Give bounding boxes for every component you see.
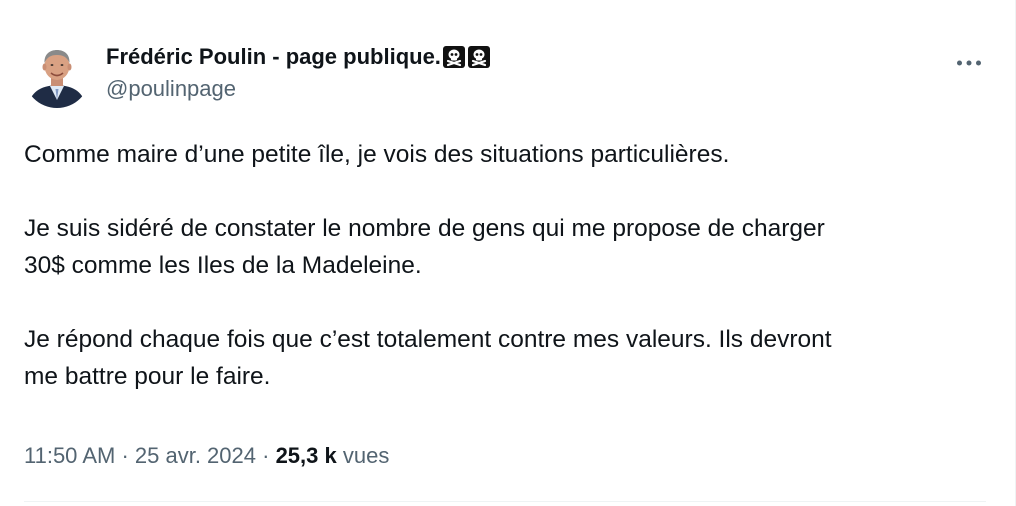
tweet-body: Comme maire d’une petite île, je vois de… — [24, 136, 984, 395]
meta-separator: · — [256, 443, 276, 468]
author-handle[interactable]: @poulinpage — [106, 72, 491, 106]
author-display-name[interactable]: Frédéric Poulin - page publique. — [106, 42, 491, 72]
more-horizontal-icon — [957, 60, 981, 66]
author-avatar[interactable] — [24, 42, 90, 108]
tweet-paragraph: Je répond chaque fois que c’est totaleme… — [24, 326, 832, 390]
tweet-card: Frédéric Poulin - page publique. @poulin… — [0, 0, 1016, 506]
more-options-button[interactable] — [952, 46, 986, 80]
tweet-time[interactable]: 11:50 AM — [24, 443, 115, 468]
tweet-date[interactable]: 25 avr. 2024 — [135, 443, 256, 468]
tweet-paragraph: Comme maire d’une petite île, je vois de… — [24, 141, 730, 168]
tweet-header: Frédéric Poulin - page publique. @poulin… — [24, 42, 992, 112]
divider — [24, 501, 986, 502]
meta-separator: · — [115, 443, 135, 468]
views-count: 25,3 k — [275, 443, 337, 468]
tweet-paragraph: Je suis sidéré de constater le nombre de… — [24, 215, 825, 279]
tweet-meta: 11:50 AM · 25 avr. 2024 · 25,3 k vues — [24, 440, 389, 472]
author-names: Frédéric Poulin - page publique. @poulin… — [106, 42, 491, 106]
skull-crossbones-icon — [467, 45, 491, 69]
skull-crossbones-icon — [442, 45, 466, 69]
display-name-text: Frédéric Poulin - page publique. — [106, 44, 441, 69]
avatar-photo-icon — [24, 42, 90, 108]
views-label: vues — [342, 443, 390, 468]
